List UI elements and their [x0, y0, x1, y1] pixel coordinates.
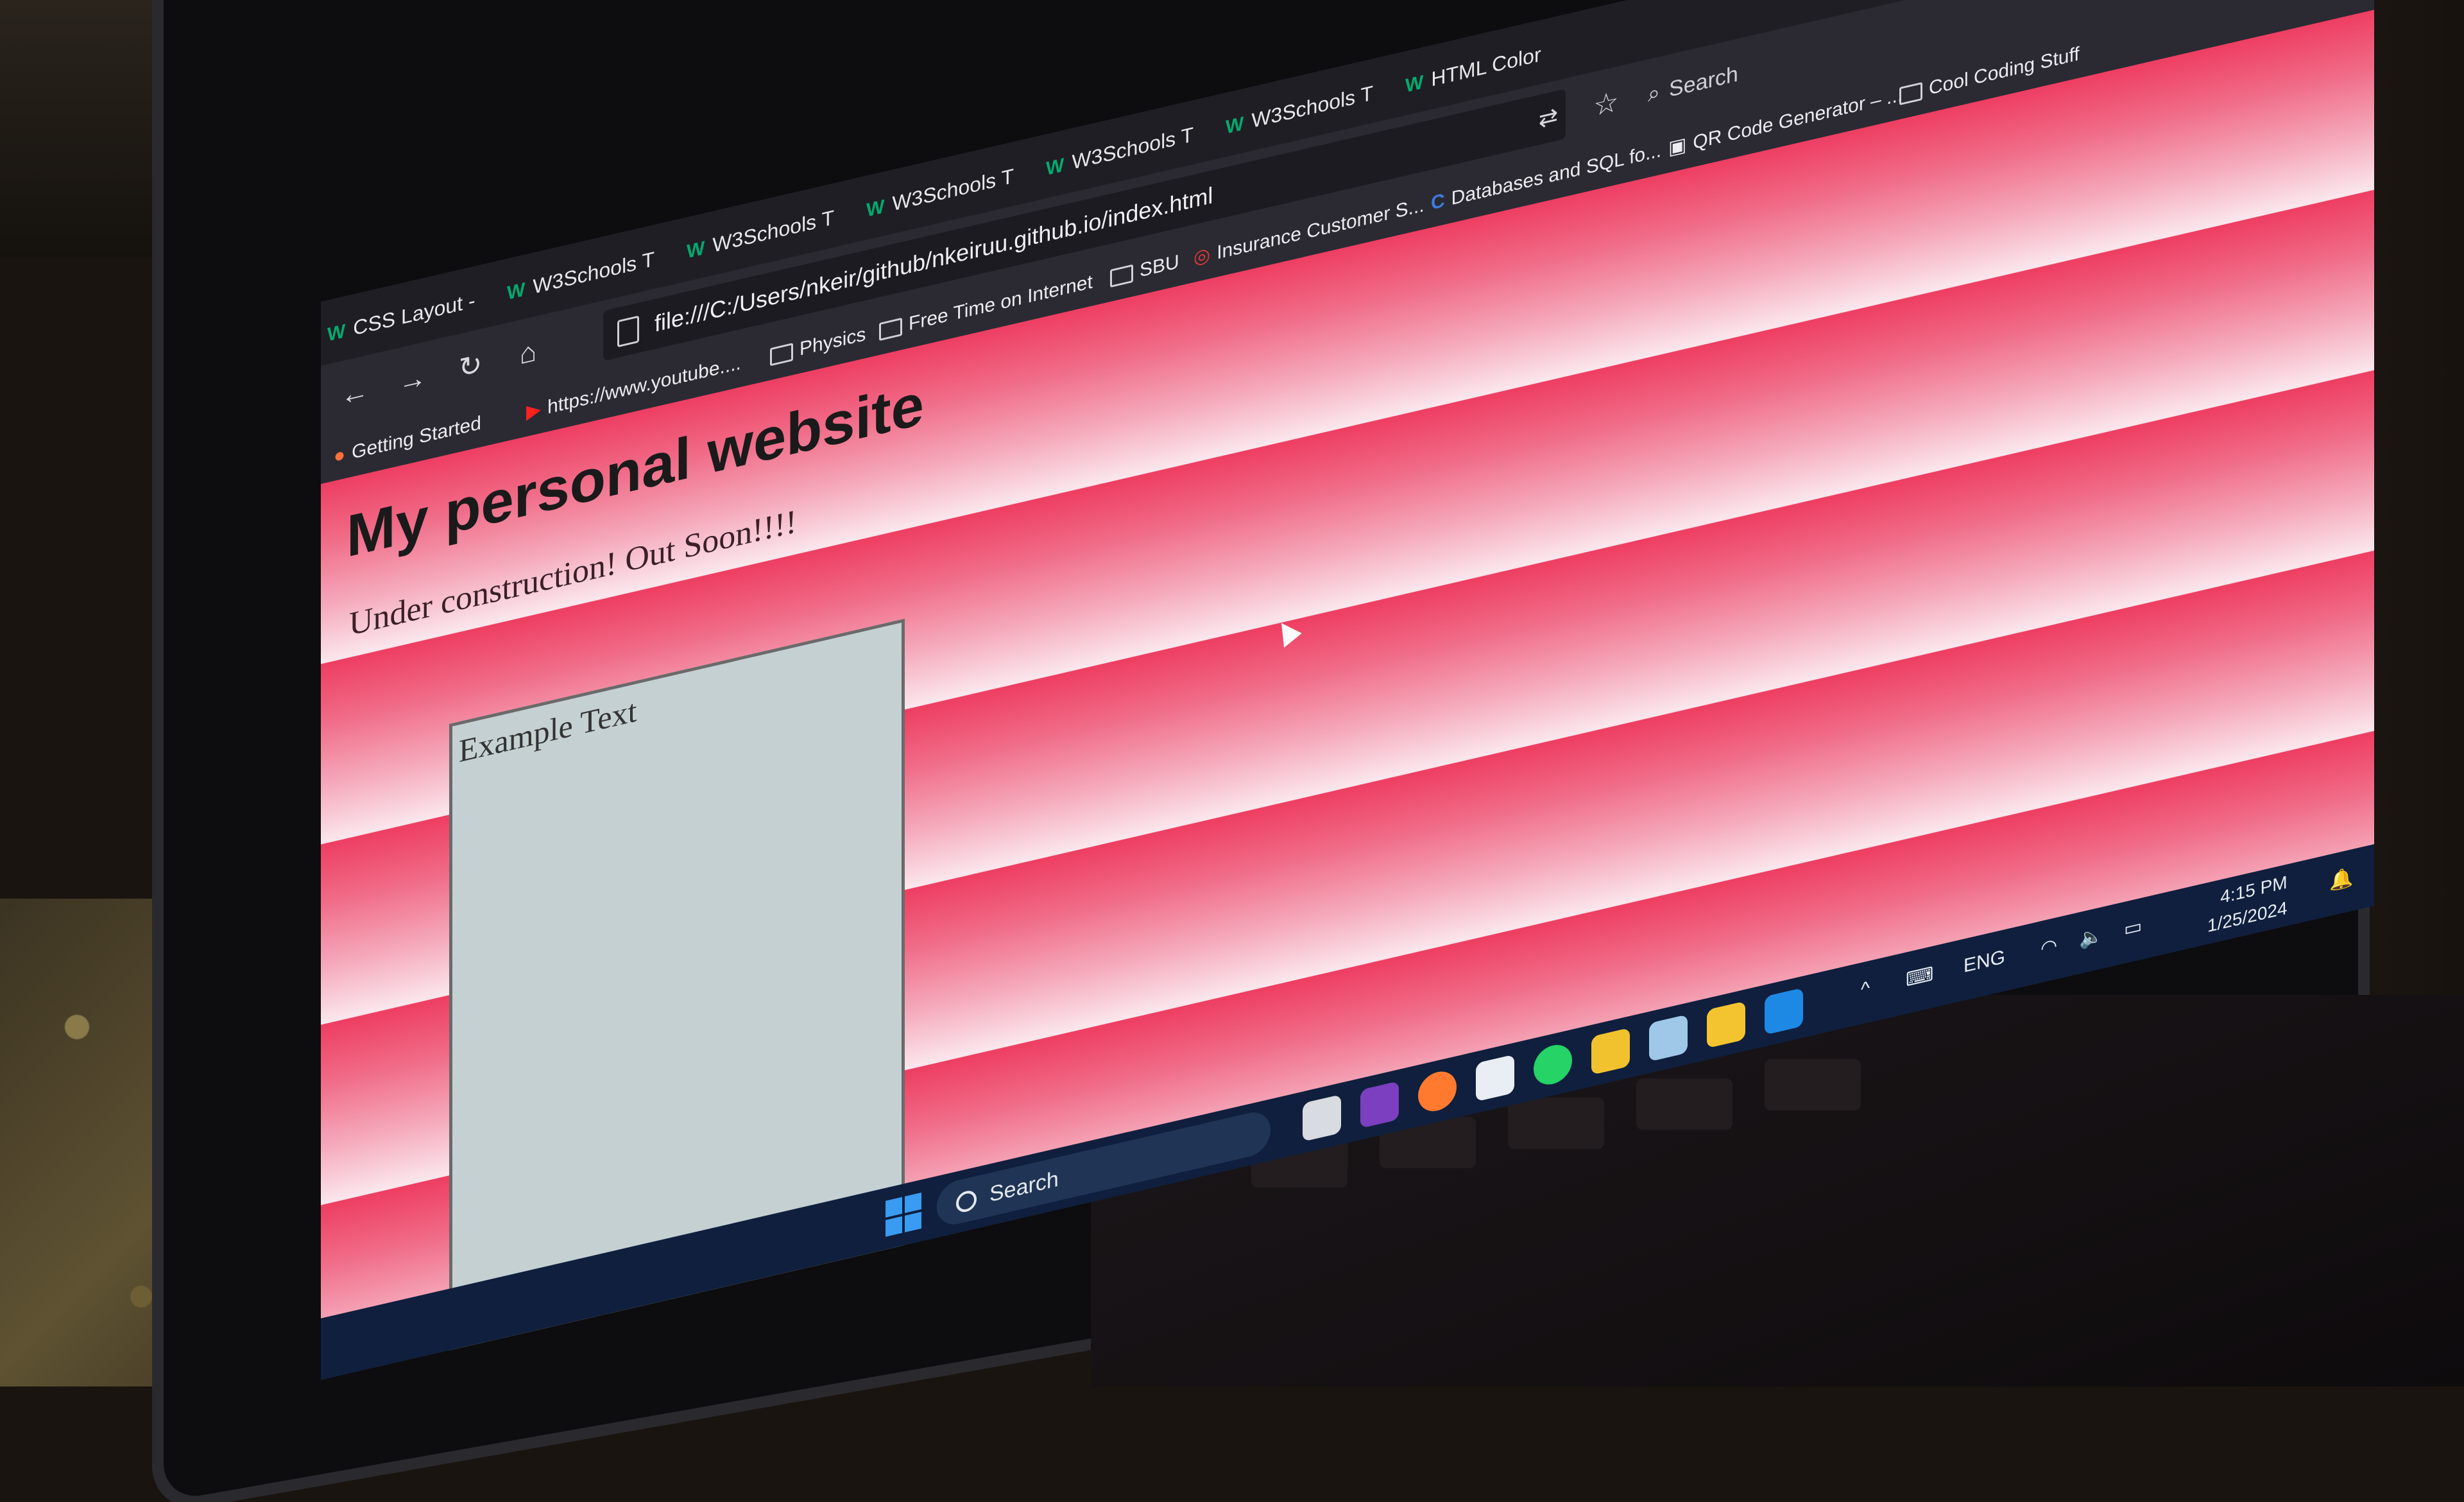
taskbar-search-label: Search: [989, 1166, 1059, 1207]
tab-label: W3Schools T: [1251, 81, 1374, 133]
snipping-tool-icon[interactable]: [1476, 1054, 1514, 1102]
w3-icon: W: [1226, 112, 1244, 139]
w3-icon: W: [327, 320, 346, 346]
tab-label: W3Schools T: [712, 205, 835, 257]
sticky-notes-icon[interactable]: [1591, 1028, 1630, 1075]
notification-bell-icon[interactable]: 🔔: [2329, 866, 2353, 894]
w3-icon: W: [1046, 154, 1065, 180]
w3-icon: W: [1405, 71, 1424, 97]
folder-icon: [1110, 264, 1133, 288]
bookmark-icon: ▣: [1668, 134, 1687, 160]
reload-icon[interactable]: ↻: [449, 341, 492, 393]
bookmark-label: SBU: [1140, 251, 1179, 282]
w3-icon: W: [866, 196, 885, 221]
onenote-icon[interactable]: [1360, 1081, 1399, 1128]
w3-icon: W: [687, 237, 705, 263]
home-icon[interactable]: ⌂: [507, 327, 549, 379]
forward-icon[interactable]: →: [391, 354, 434, 406]
w3-icon: W: [507, 279, 526, 305]
back-icon[interactable]: ←: [334, 367, 376, 419]
bookmark-label: Physics: [800, 323, 866, 360]
whatsapp-icon[interactable]: [1534, 1040, 1572, 1089]
wifi-icon[interactable]: ◠: [2041, 934, 2057, 960]
page-icon: [617, 315, 639, 348]
tab-label: CSS Layout -: [353, 288, 475, 340]
windows-start-icon[interactable]: [886, 1192, 921, 1237]
youtube-icon: ▶: [526, 398, 542, 424]
file-explorer-icon[interactable]: [1707, 1001, 1745, 1049]
photos-icon[interactable]: [1649, 1014, 1688, 1062]
folder-icon: [879, 317, 902, 341]
key: [1636, 1078, 1733, 1130]
tab-label: HTML Color: [1431, 42, 1541, 91]
search-placeholder: Search: [1669, 62, 1738, 102]
firefox-icon: ●: [334, 444, 346, 468]
folder-icon: [770, 343, 793, 367]
bookmark-icon: C: [1431, 189, 1445, 214]
firefox-icon[interactable]: [1418, 1067, 1457, 1116]
mouse-cursor-icon: [1272, 616, 1302, 648]
tab-label: W3Schools T: [1072, 123, 1194, 174]
vscode-icon[interactable]: [1765, 987, 1803, 1035]
keyboard-icon[interactable]: ⌨: [1906, 963, 1933, 992]
task-view-icon[interactable]: [1303, 1094, 1341, 1142]
language-indicator[interactable]: ENG: [1964, 946, 2005, 978]
key: [1508, 1098, 1604, 1149]
folder-icon: [1899, 82, 1922, 106]
tab-label: W3Schools T: [533, 246, 655, 298]
example-box-text: Example Text: [459, 692, 637, 770]
star-icon[interactable]: ☆: [1585, 78, 1627, 130]
volume-icon[interactable]: 🔈: [2079, 924, 2103, 952]
chevron-up-icon[interactable]: ^: [1861, 978, 1870, 1001]
tab-label: W3Schools T: [892, 164, 1014, 216]
battery-icon[interactable]: ▭: [2124, 915, 2142, 942]
bookmark-icon: ◎: [1194, 243, 1211, 270]
search-icon: [956, 1189, 977, 1214]
key: [1765, 1059, 1861, 1110]
search-icon: ⌕: [1648, 80, 1661, 107]
